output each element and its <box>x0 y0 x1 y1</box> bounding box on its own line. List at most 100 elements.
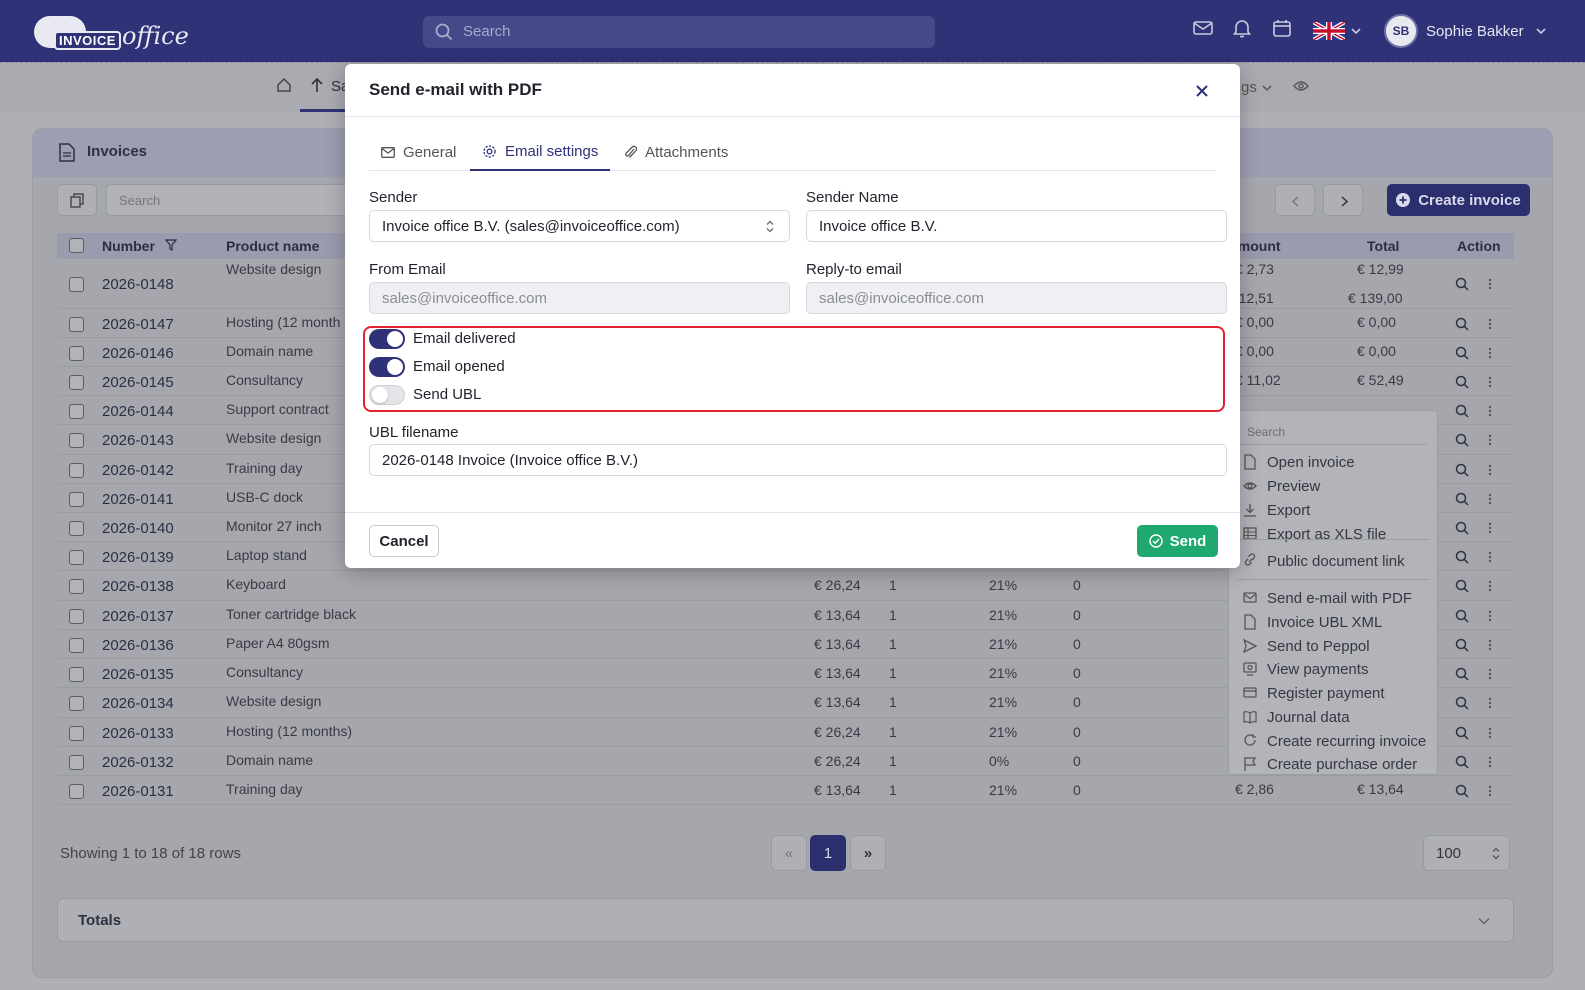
user-menu[interactable]: SB Sophie Bakker <box>1384 14 1546 48</box>
sender-select[interactable]: Invoice office B.V. (sales@invoiceoffice… <box>369 210 790 242</box>
row-checkbox[interactable] <box>69 374 84 390</box>
email-delivered-toggle[interactable] <box>369 329 405 349</box>
view-icon[interactable] <box>1455 550 1469 564</box>
view-icon[interactable] <box>1455 375 1469 389</box>
reply-to-input[interactable]: sales@invoiceoffice.com <box>806 282 1227 314</box>
row-checkbox[interactable] <box>69 579 84 594</box>
more-actions-icon[interactable] <box>1488 375 1492 389</box>
from-email-input[interactable]: sales@invoiceoffice.com <box>369 282 790 314</box>
more-actions-icon[interactable] <box>1488 638 1492 652</box>
more-actions-icon[interactable] <box>1488 346 1492 360</box>
row-checkbox[interactable] <box>69 462 84 478</box>
send-button[interactable]: Send <box>1137 525 1218 557</box>
row-checkbox[interactable] <box>69 666 84 682</box>
row-checkbox[interactable] <box>69 316 84 332</box>
global-search-input[interactable]: Search <box>423 16 935 48</box>
more-actions-icon[interactable] <box>1488 579 1492 593</box>
view-icon[interactable] <box>1455 492 1469 506</box>
menu-item[interactable]: Create purchase order <box>1243 753 1417 774</box>
header-product[interactable]: Product name <box>226 238 319 254</box>
chevron-down-icon[interactable] <box>1351 27 1361 35</box>
bell-icon[interactable] <box>1233 18 1251 38</box>
calendar-icon[interactable] <box>1272 18 1292 38</box>
close-icon[interactable] <box>1193 82 1211 100</box>
view-icon[interactable] <box>1455 277 1469 291</box>
menu-item[interactable]: Public document link <box>1243 550 1405 572</box>
menu-item[interactable]: Journal data <box>1243 706 1350 728</box>
view-icon[interactable] <box>1455 404 1469 418</box>
more-actions-icon[interactable] <box>1488 463 1492 477</box>
more-actions-icon[interactable] <box>1488 755 1492 769</box>
menu-item[interactable]: Send to Peppol <box>1243 635 1370 657</box>
menu-item[interactable]: Preview <box>1243 475 1320 497</box>
table-row[interactable]: 2026-0131 Training day € 13,64 1 21% 0 € 2,86 €… <box>57 776 1514 805</box>
create-invoice-button[interactable]: Create invoice <box>1387 184 1530 216</box>
header-number[interactable]: Number <box>102 238 155 254</box>
prev-button[interactable] <box>1275 184 1315 216</box>
view-icon[interactable] <box>1455 463 1469 477</box>
menu-item[interactable]: Send e-mail with PDF <box>1243 587 1412 609</box>
row-checkbox[interactable] <box>69 754 84 770</box>
header-total[interactable]: Total <box>1367 238 1399 254</box>
row-checkbox[interactable] <box>69 637 84 653</box>
pagination-next[interactable]: » <box>850 835 886 871</box>
cancel-button[interactable]: Cancel <box>369 525 439 557</box>
nav-item-settings[interactable]: gs <box>1241 79 1257 96</box>
mail-icon[interactable] <box>1193 18 1213 38</box>
view-icon[interactable] <box>1455 755 1469 769</box>
select-all-checkbox[interactable] <box>69 238 84 253</box>
more-actions-icon[interactable] <box>1488 492 1492 506</box>
ubl-filename-input[interactable]: 2026-0148 Invoice (Invoice office B.V.) <box>369 444 1227 476</box>
view-icon[interactable] <box>1455 433 1469 447</box>
row-checkbox[interactable] <box>69 696 84 711</box>
menu-item[interactable]: Register payment <box>1243 682 1385 704</box>
more-actions-icon[interactable] <box>1488 609 1492 623</box>
next-button[interactable] <box>1323 184 1363 216</box>
pagination-page-1[interactable]: 1 <box>810 835 846 871</box>
more-actions-icon[interactable] <box>1488 667 1492 681</box>
app-logo[interactable]: INVOICE office <box>34 14 189 50</box>
more-actions-icon[interactable] <box>1488 317 1492 331</box>
filter-icon[interactable] <box>165 239 177 251</box>
view-icon[interactable] <box>1455 317 1469 331</box>
more-actions-icon[interactable] <box>1488 550 1492 564</box>
view-icon[interactable] <box>1455 638 1469 652</box>
more-actions-icon[interactable] <box>1488 521 1492 535</box>
eye-icon[interactable] <box>1293 80 1309 92</box>
more-actions-icon[interactable] <box>1488 784 1492 798</box>
row-checkbox[interactable] <box>69 433 84 448</box>
view-icon[interactable] <box>1455 609 1469 623</box>
tab-general[interactable]: General <box>381 134 456 171</box>
uk-flag-icon[interactable] <box>1313 22 1345 40</box>
home-icon[interactable] <box>276 77 292 93</box>
more-actions-icon[interactable] <box>1488 696 1492 710</box>
menu-item[interactable]: Export as XLS file <box>1243 523 1386 545</box>
menu-item[interactable]: Export <box>1243 499 1310 521</box>
view-icon[interactable] <box>1455 521 1469 535</box>
copy-button[interactable] <box>57 184 97 216</box>
row-checkbox[interactable] <box>69 725 84 741</box>
menu-item[interactable]: Open invoice <box>1243 451 1355 473</box>
menu-item[interactable]: Invoice UBL XML <box>1243 611 1382 633</box>
tab-attachments[interactable]: Attachments <box>624 134 728 171</box>
upload-icon[interactable] <box>310 77 324 93</box>
pagination-prev[interactable]: « <box>771 835 807 871</box>
sender-name-input[interactable]: Invoice office B.V. <box>806 210 1227 242</box>
row-checkbox[interactable] <box>69 277 84 292</box>
menu-search-input[interactable]: Search <box>1237 417 1427 445</box>
table-search-input[interactable]: Search <box>106 184 356 216</box>
row-checkbox[interactable] <box>69 549 84 565</box>
row-checkbox[interactable] <box>69 403 84 419</box>
row-checkbox[interactable] <box>69 345 84 361</box>
menu-item[interactable]: Create recurring invoice <box>1243 730 1426 752</box>
menu-item[interactable]: View payments <box>1243 658 1368 680</box>
more-actions-icon[interactable] <box>1488 404 1492 418</box>
chevron-down-icon[interactable] <box>1262 84 1272 92</box>
view-icon[interactable] <box>1455 726 1469 740</box>
view-icon[interactable] <box>1455 784 1469 798</box>
totals-panel[interactable]: Totals <box>57 898 1514 942</box>
view-icon[interactable] <box>1455 579 1469 593</box>
row-checkbox[interactable] <box>69 520 84 536</box>
row-checkbox[interactable] <box>69 491 84 507</box>
view-icon[interactable] <box>1455 667 1469 681</box>
